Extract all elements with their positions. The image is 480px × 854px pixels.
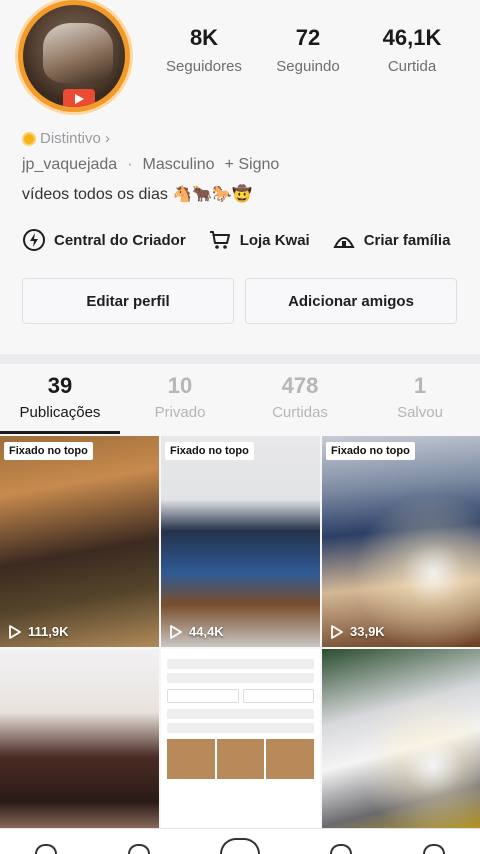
avatar-image <box>43 23 113 83</box>
post-thumbnail[interactable] <box>322 649 480 829</box>
quicklink-label: Central do Criador <box>54 231 186 249</box>
quicklink-label: Loja Kwai <box>239 231 310 249</box>
criar-familia-link[interactable]: Criar família <box>332 228 451 252</box>
home-icon[interactable] <box>35 844 58 854</box>
loja-kwai-link[interactable]: Loja Kwai <box>208 228 310 252</box>
username: jp_vaquejada <box>22 156 118 173</box>
tab-curtidas[interactable]: 478 Curtidas <box>240 372 360 421</box>
posts-grid: Fixado no topo 111,9K Fixado no topo 44,… <box>0 436 480 829</box>
profile-tabs: 39 Publicações 10 Privado 478 Curtidas 1… <box>0 372 480 421</box>
lightning-icon <box>23 229 45 251</box>
followers-count: 8K <box>189 25 219 50</box>
live-badge-icon <box>63 89 95 107</box>
tab-privado[interactable]: 10 Privado <box>120 372 240 421</box>
bottom-nav <box>0 828 480 854</box>
profile-meta: jp_vaquejada · Masculino + Signo <box>22 156 279 174</box>
post-thumbnail[interactable] <box>0 649 159 829</box>
messages-icon[interactable] <box>330 844 353 854</box>
profile-page: 8K Seguidores 72 Seguindo 46,1K Curtida … <box>0 0 480 854</box>
view-count-label: 111,9K <box>28 624 69 639</box>
section-divider <box>0 354 480 364</box>
meta-separator: · <box>127 156 133 173</box>
mini-buttons <box>167 689 314 703</box>
tab-salvou[interactable]: 1 Salvou <box>360 372 480 421</box>
mini-thumbs <box>167 739 315 779</box>
sparkle-effect <box>322 649 480 829</box>
central-do-criador-link[interactable]: Central do Criador <box>22 228 186 252</box>
avatar[interactable] <box>18 0 130 112</box>
stat-likes[interactable]: 46,1K Curtida <box>360 24 464 75</box>
profile-screenshot-thumbnail <box>167 655 315 829</box>
mini-row <box>167 709 314 719</box>
add-friends-button[interactable]: Adicionar amigos <box>245 278 457 324</box>
view-count: 44,4K <box>169 624 224 639</box>
tab-label: Salvou <box>397 404 443 421</box>
post-thumbnail[interactable]: Fixado no topo 111,9K <box>0 436 159 647</box>
cart-icon <box>209 231 230 249</box>
gender-label: Masculino <box>142 156 215 173</box>
mini-row <box>167 723 314 733</box>
tab-publicacoes[interactable]: 39 Publicações <box>0 372 120 421</box>
play-icon <box>331 624 343 639</box>
stat-followers[interactable]: 8K Seguidores <box>152 24 256 75</box>
tab-label: Publicações <box>19 404 101 421</box>
view-count: 111,9K <box>8 624 69 639</box>
following-label: Seguindo <box>276 58 340 75</box>
edit-profile-button[interactable]: Editar perfil <box>22 278 234 324</box>
tent-icon <box>333 237 355 248</box>
badge-icon <box>22 131 36 146</box>
distintivo-link[interactable]: Distintivo › <box>22 130 110 147</box>
post-thumbnail[interactable]: Fixado no topo 33,9K <box>322 436 480 647</box>
sparkle-effect <box>322 436 480 647</box>
post-thumbnail[interactable] <box>161 649 320 829</box>
quicklinks-row: Central do Criador Loja Kwai Criar famíl… <box>22 228 480 252</box>
distintivo-label: Distintivo › <box>40 130 111 147</box>
profile-icon[interactable] <box>422 844 445 854</box>
play-icon <box>170 624 182 639</box>
pinned-badge: Fixado no topo <box>4 442 93 460</box>
stat-following[interactable]: 72 Seguindo <box>256 24 360 75</box>
add-signo-link[interactable]: + Signo <box>225 156 280 174</box>
followers-label: Seguidores <box>166 58 242 75</box>
likes-label: Curtida <box>387 58 437 75</box>
play-icon <box>9 624 21 639</box>
tab-count: 478 <box>281 373 319 398</box>
post-thumbnail[interactable]: Fixado no topo 44,4K <box>161 436 320 647</box>
active-tab-indicator <box>0 431 120 434</box>
quicklink-label: Criar família <box>363 231 451 249</box>
tab-count: 39 <box>47 373 73 398</box>
likes-count: 46,1K <box>382 25 442 50</box>
following-count: 72 <box>295 25 321 50</box>
view-count-label: 44,4K <box>189 624 224 639</box>
tab-label: Curtidas <box>272 404 328 421</box>
view-count-label: 33,9K <box>350 624 385 639</box>
discover-icon[interactable] <box>127 844 150 854</box>
profile-stats: 8K Seguidores 72 Seguindo 46,1K Curtida <box>152 24 480 75</box>
create-icon[interactable] <box>219 838 260 854</box>
view-count: 33,9K <box>330 624 385 639</box>
pinned-badge: Fixado no topo <box>326 442 415 460</box>
mini-row <box>167 673 314 683</box>
mini-row <box>167 659 314 669</box>
profile-bio: vídeos todos os dias 🐴🐂🐎🤠 <box>22 186 252 203</box>
pinned-badge: Fixado no topo <box>165 442 254 460</box>
tab-label: Privado <box>154 404 206 421</box>
tab-count: 1 <box>413 373 427 398</box>
tab-count: 10 <box>167 373 193 398</box>
